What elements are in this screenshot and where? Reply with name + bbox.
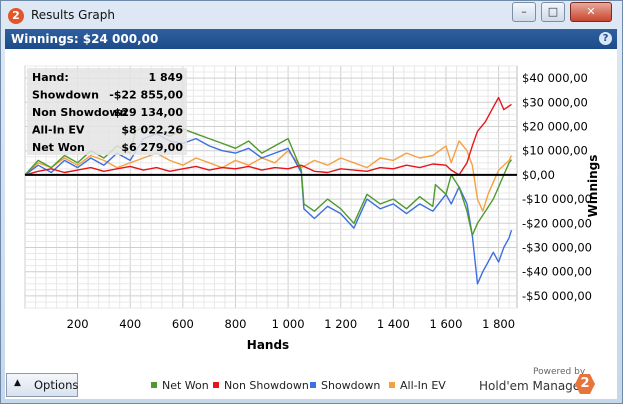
stat-value: $29 134,00 — [114, 106, 184, 119]
close-button[interactable]: ✕ — [570, 2, 612, 22]
x-tick-label: 1 200 — [324, 317, 357, 331]
results-graph-window: 2 Results Graph – □ ✕ Winnings: $24 000,… — [0, 0, 623, 404]
options-button[interactable]: ▲ Options — [6, 373, 78, 397]
help-icon[interactable]: ? — [599, 32, 612, 45]
legend-label: Showdown — [321, 379, 380, 392]
winnings-header: Winnings: $24 000,00 ? — [5, 29, 617, 49]
x-tick-label: 800 — [225, 317, 247, 331]
x-tick-label: 1 800 — [482, 317, 515, 331]
x-tick-label: 200 — [67, 317, 89, 331]
stat-value: $8 022,26 — [121, 124, 183, 137]
x-tick-label: 1 600 — [429, 317, 462, 331]
y-tick-label: $30 000,00 — [522, 95, 588, 109]
graph-panel: Hand: 1 849 Showdown -$22 855,00 Non Showdow… — [5, 49, 617, 399]
x-tick-label: 600 — [172, 317, 194, 331]
stats-box: Hand: 1 849Showdown -$22 855,00Non Showdow… — [27, 68, 187, 155]
x-axis-title: Hands — [247, 338, 289, 352]
legend-swatch — [151, 382, 157, 388]
y-tick-label: -$10 000,00 — [522, 192, 592, 206]
x-tick-label: 400 — [119, 317, 141, 331]
legend-label: Net Won — [162, 379, 209, 392]
stat-value: $6 279,00 — [121, 141, 183, 154]
y-tick-label: $0,00 — [522, 168, 555, 182]
y-tick-label: $40 000,00 — [522, 71, 588, 85]
winnings-text: Winnings: $24 000,00 — [11, 32, 159, 46]
stat-label: Hand: — [32, 71, 69, 84]
brand-name: Hold'em Manager — [479, 379, 586, 393]
legend-swatch — [389, 382, 395, 388]
x-axis-ticks: 200 400 600 800 1 000 1 200 1 400 1 600 1 800 — [67, 317, 515, 331]
window-title: Results Graph — [31, 8, 115, 22]
legend-swatch — [310, 382, 316, 388]
y-axis-ticks: $40 000,00 $30 000,00 $20 000,00 $10 000,00… — [522, 71, 592, 303]
y-tick-label: -$20 000,00 — [522, 216, 592, 230]
stat-value: 1 849 — [149, 71, 183, 84]
y-tick-label: $10 000,00 — [522, 144, 588, 158]
y-tick-label: $20 000,00 — [522, 120, 588, 134]
x-tick-label: 1 000 — [272, 317, 305, 331]
stat-value: -$22 855,00 — [109, 89, 183, 102]
powered-by-text: Powered by — [533, 367, 586, 377]
legend-label: All-In EV — [400, 379, 446, 392]
x-tick-label: 1 400 — [377, 317, 410, 331]
stat-label: Net Won — [32, 141, 85, 154]
expand-up-icon: ▲ — [14, 378, 21, 388]
y-tick-label: -$50 000,00 — [522, 289, 592, 303]
y-axis-title: Winnings — [586, 155, 600, 218]
y-tick-label: -$30 000,00 — [522, 241, 592, 255]
results-chart: Hand: 1 849 Showdown -$22 855,00 Non Showdow… — [24, 65, 600, 392]
app-logo-icon: 2 — [8, 8, 24, 24]
minimize-button[interactable]: – — [512, 2, 536, 22]
options-label: Options — [34, 378, 79, 392]
stat-label: Showdown — [32, 89, 99, 102]
title-bar[interactable]: 2 Results Graph – □ ✕ — [1, 1, 622, 29]
maximize-button[interactable]: □ — [541, 2, 565, 22]
legend-swatch — [213, 382, 219, 388]
stat-label: All-In EV — [32, 124, 85, 137]
legend-label: Non Showdown — [224, 379, 309, 392]
legend: Net Won Non Showdown Showdown All-In EV — [151, 379, 446, 392]
y-tick-label: -$40 000,00 — [522, 265, 592, 279]
